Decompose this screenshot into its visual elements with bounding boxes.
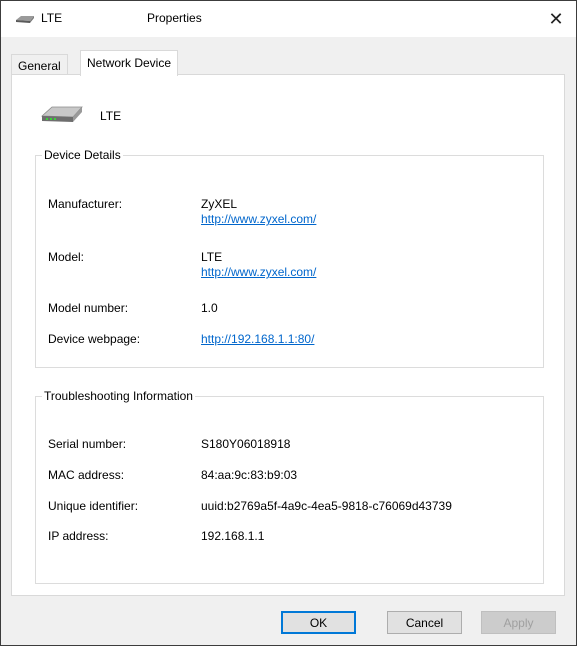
close-icon: ✕ xyxy=(548,8,564,29)
model-number-value: 1.0 xyxy=(201,301,218,315)
device-webpage-link[interactable]: http://192.168.1.1:80/ xyxy=(201,332,314,346)
device-name: LTE xyxy=(100,109,122,123)
title-caption: Properties xyxy=(147,11,202,25)
troubleshooting-group: Troubleshooting Information Serial numbe… xyxy=(35,389,544,584)
network-device-icon xyxy=(40,103,84,128)
device-webpage-label: Device webpage: xyxy=(48,332,141,346)
manufacturer-value: ZyXEL xyxy=(201,197,238,211)
model-value: LTE xyxy=(201,250,223,264)
network-device-icon xyxy=(15,13,35,27)
ok-button[interactable]: OK xyxy=(281,611,356,634)
model-label: Model: xyxy=(48,250,85,264)
unique-identifier-label: Unique identifier: xyxy=(48,499,139,513)
tab-general[interactable]: General xyxy=(11,54,68,76)
serial-number-label: Serial number: xyxy=(48,437,127,451)
ip-address-value: 192.168.1.1 xyxy=(201,529,265,543)
close-button[interactable]: ✕ xyxy=(536,1,576,37)
device-details-group: Device Details Manufacturer: ZyXEL http:… xyxy=(35,148,544,368)
title-bar: LTE Properties ✕ xyxy=(1,1,576,37)
serial-number-value: S180Y06018918 xyxy=(201,437,291,451)
tab-network-device[interactable]: Network Device xyxy=(80,50,179,76)
troubleshooting-title: Troubleshooting Information xyxy=(44,389,193,403)
mac-address-label: MAC address: xyxy=(48,468,125,482)
device-details-title: Device Details xyxy=(44,148,121,162)
model-link[interactable]: http://www.zyxel.com/ xyxy=(201,265,316,279)
model-number-label: Model number: xyxy=(48,301,129,315)
unique-identifier-value: uuid:b2769a5f-4a9c-4ea5-9818-c76069d4373… xyxy=(201,499,452,513)
cancel-button[interactable]: Cancel xyxy=(387,611,462,634)
manufacturer-label: Manufacturer: xyxy=(48,197,123,211)
network-device-panel: LTE Device Details Manufacturer: ZyXEL h… xyxy=(11,74,565,596)
ip-address-label: IP address: xyxy=(48,529,109,543)
manufacturer-link[interactable]: http://www.zyxel.com/ xyxy=(201,212,316,226)
mac-address-value: 84:aa:9c:83:b9:03 xyxy=(201,468,298,482)
apply-button[interactable]: Apply xyxy=(481,611,556,634)
properties-dialog: LTE Properties ✕ General Network Device … xyxy=(0,0,577,646)
title-device-name: LTE xyxy=(41,11,63,25)
